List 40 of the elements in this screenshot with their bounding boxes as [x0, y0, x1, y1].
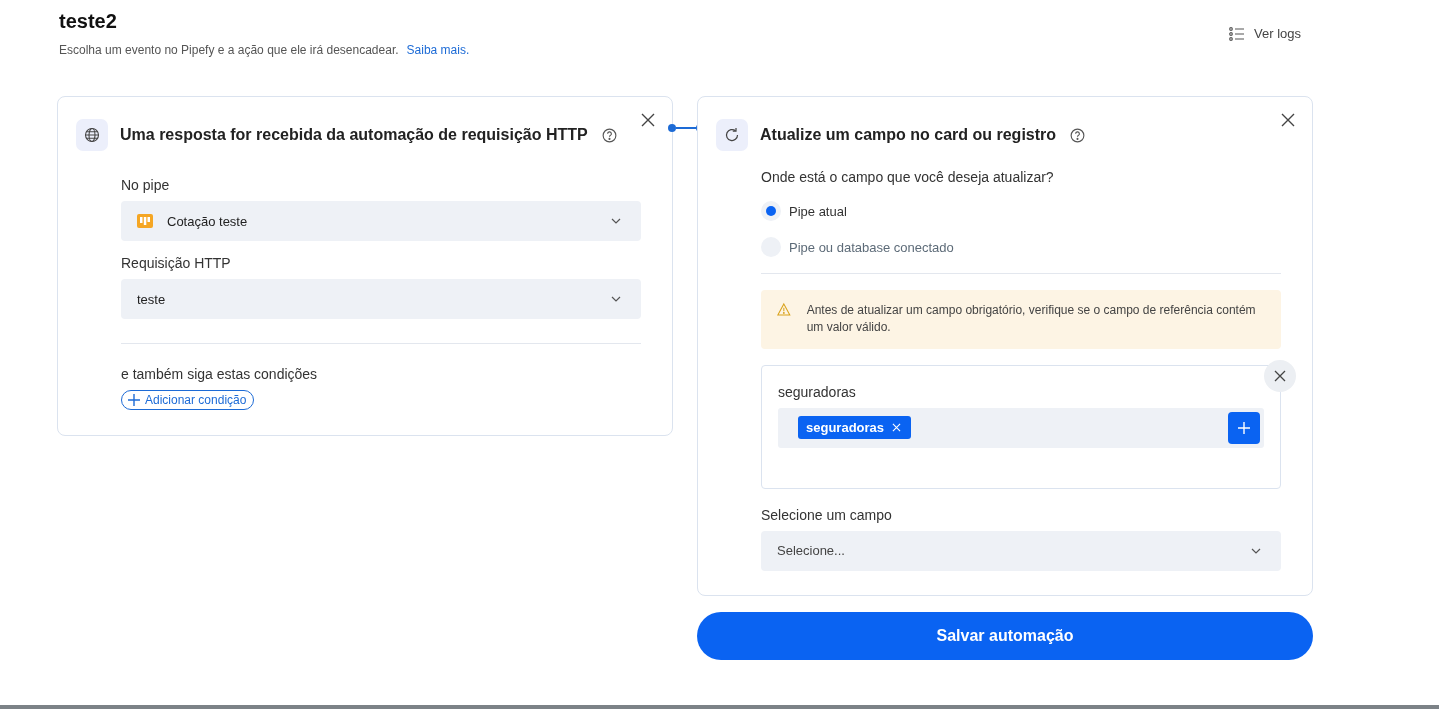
radio-option[interactable]: Pipe ou database conectado — [761, 229, 1281, 265]
dropdown[interactable]: Cotação teste — [121, 201, 641, 241]
tag-input[interactable]: seguradoras — [778, 407, 1264, 448]
page-subtitle: Escolha um evento no Pipefy e a ação que ele irá desencadear. — [59, 43, 399, 57]
field-label: No pipe — [121, 177, 171, 193]
page-title: teste2 — [59, 10, 118, 33]
pipe-icon — [137, 214, 153, 228]
field-card-title: seguradoras — [778, 383, 857, 400]
field-dropdown[interactable]: Selecione... — [761, 530, 1281, 571]
trigger-title: Uma resposta for recebida da automação de requisição HTTP — [120, 126, 588, 144]
plus-icon — [1237, 420, 1251, 435]
dropdown[interactable]: teste — [121, 279, 641, 319]
refresh-icon — [716, 119, 748, 151]
view-logs-button[interactable]: Ver logs — [1229, 26, 1301, 41]
close-icon[interactable] — [892, 423, 902, 433]
chevron-down-icon — [611, 218, 621, 224]
action-title: Atualize um campo no card ou registro — [760, 126, 1057, 144]
field-label: Requisição HTTP — [121, 255, 232, 271]
close-button[interactable] — [1281, 113, 1295, 127]
question-label: Onde está o campo que você deseja atualizar? — [761, 169, 1055, 185]
add-button[interactable] — [1228, 411, 1260, 444]
globe-icon — [76, 119, 108, 151]
warning-message: Antes de atualizar um campo obrigatório, verifique se o campo de referência contém um valor válido. — [806, 302, 1257, 337]
close-button[interactable] — [641, 113, 655, 127]
plus-icon — [127, 393, 141, 407]
tag: seguradoras — [798, 416, 912, 440]
radio-option[interactable]: Pipe atual — [761, 193, 1281, 229]
select-label: Selecione um campo — [761, 506, 893, 523]
chevron-down-icon — [1251, 547, 1261, 554]
help-icon — [601, 127, 617, 143]
close-icon — [1274, 369, 1286, 382]
list-icon — [1229, 26, 1245, 41]
save-automation-button[interactable]: Salvar automação — [697, 611, 1313, 660]
add-condition-button[interactable]: Adicionar condição — [121, 390, 255, 410]
learn-more-link[interactable]: Saiba mais. — [406, 43, 470, 57]
help-icon — [1070, 127, 1086, 143]
warning-icon — [777, 302, 791, 317]
remove-button[interactable] — [1264, 359, 1296, 392]
conditions-label: e também siga estas condições — [121, 366, 319, 382]
chevron-down-icon — [611, 296, 621, 302]
